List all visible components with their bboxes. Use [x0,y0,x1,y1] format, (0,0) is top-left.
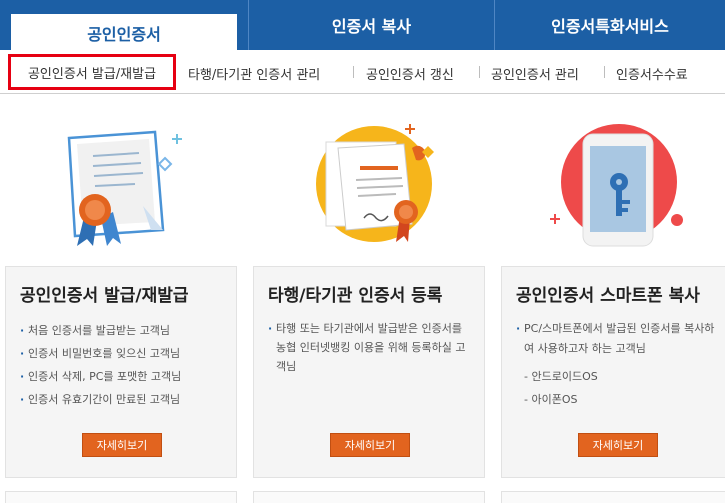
card-description: PC/스마트폰에서 발급된 인증서를 복사하여 사용하고자 하는 고객님 [516,319,722,359]
subnav-divider [479,66,480,78]
top-tab-bar: 공인인증서 인증서 복사 인증서특화서비스 [0,0,725,52]
os-option-android: - 안드로이드OS [524,370,598,383]
os-option-list: - 안드로이드OS - 아이폰OS [524,365,598,411]
subnav-fee[interactable]: 인증서수수료 [616,64,688,83]
certificate-ribbon-icon [55,118,205,248]
list-item: 인증서 삭제, PC를 포맷한 고객님 [20,365,226,388]
subnav-other-bank-cert[interactable]: 타행/타기관 인증서 관리 [188,64,320,83]
subnav-issue-reissue[interactable]: 공인인증서 발급/재발급 [8,54,176,90]
tab-special-services[interactable]: 인증서특화서비스 [495,0,725,50]
card-list: 처음 인증서를 발급받는 고객님 인증서 비밀번호를 잊으신 고객님 인증서 삭… [20,319,226,411]
card-partial [501,491,725,503]
list-item: 인증서 비밀번호를 잊으신 고객님 [20,342,226,365]
list-item: 처음 인증서를 발급받는 고객님 [20,319,226,342]
card-issue-reissue: 공인인증서 발급/재발급 처음 인증서를 발급받는 고객님 인증서 비밀번호를 … [5,266,237,478]
card-partial [5,491,237,503]
card-title: 공인인증서 발급/재발급 [20,286,189,306]
smartphone-key-icon [547,118,697,248]
subnav-manage[interactable]: 공인인증서 관리 [491,64,579,83]
card-description: 타행 또는 타기관에서 발급받은 인증서를 농협 인터넷뱅킹 이용을 위해 등록… [268,319,474,376]
card-other-bank-register: 타행/타기관 인증서 등록 타행 또는 타기관에서 발급받은 인증서를 농협 인… [253,266,485,478]
subnav-divider [353,66,354,78]
subnav-renew[interactable]: 공인인증서 갱신 [366,64,454,83]
tab-certificate[interactable]: 공인인증서 [11,12,237,52]
card-partial [253,491,485,503]
sub-navigation: 공인인증서 발급/재발급 타행/타기관 인증서 관리 공인인증서 갱신 공인인증… [0,50,725,94]
tab-certificate-copy[interactable]: 인증서 복사 [249,0,494,50]
card-smartphone-copy: 공인인증서 스마트폰 복사 PC/스마트폰에서 발급된 인증서를 복사하여 사용… [501,266,725,478]
subnav-divider [604,66,605,78]
list-item: 인증서 유효기간이 만료된 고객님 [20,388,226,411]
document-seal-icon [302,118,452,248]
card-title: 공인인증서 스마트폰 복사 [516,286,700,306]
card-title: 타행/타기관 인증서 등록 [268,286,443,306]
os-option-ios: - 아이폰OS [524,393,578,406]
detail-button[interactable]: 자세히보기 [330,433,410,457]
detail-button[interactable]: 자세히보기 [578,433,658,457]
detail-button[interactable]: 자세히보기 [82,433,162,457]
